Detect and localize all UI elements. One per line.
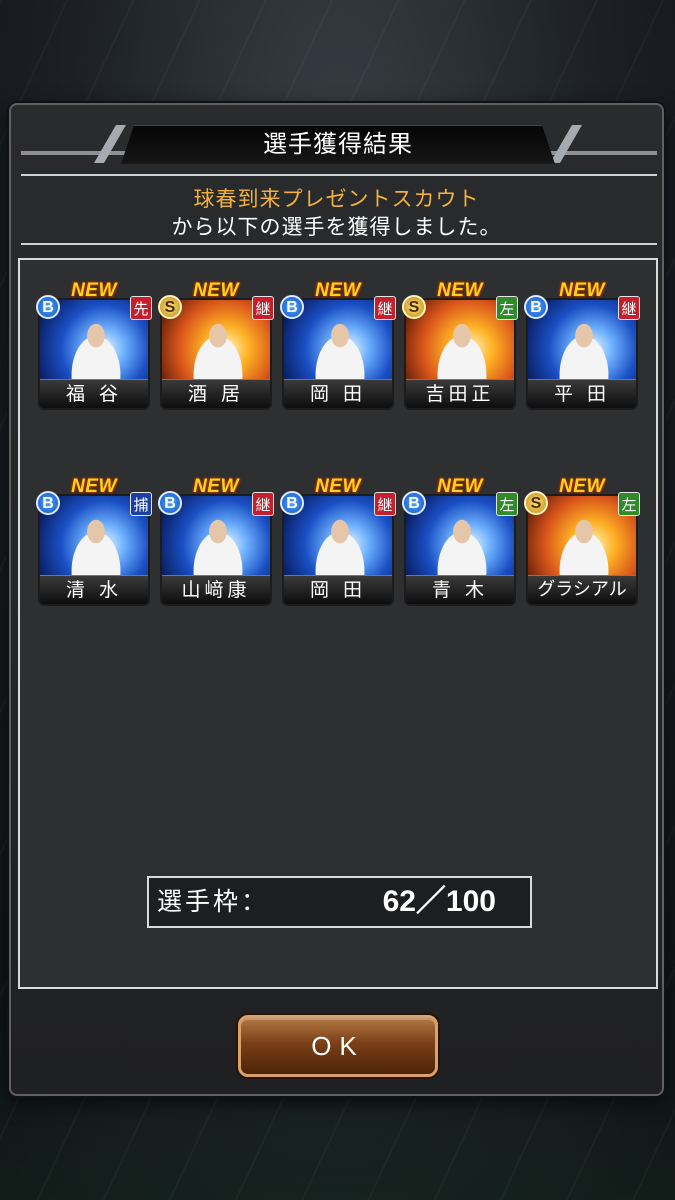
top-divider	[21, 174, 657, 176]
player-results-panel: NEW 福 谷 B 先 NEW 酒 居 S 継 NEW 岡 田 B 継 NEW 吉田正 S 左 NEW 平 田B継…	[18, 258, 658, 989]
player-name: 吉田正	[406, 379, 514, 408]
player-name: 岡 田	[284, 379, 392, 408]
player-image	[58, 314, 134, 386]
position-badge: 継	[252, 492, 274, 516]
rank-badge: S	[524, 491, 548, 515]
player-image	[302, 510, 378, 582]
position-badge: 継	[618, 296, 640, 320]
dialog-title: 選手獲得結果	[263, 130, 413, 158]
player-image	[302, 314, 378, 386]
player-card[interactable]: NEW グラシアル S 左	[524, 476, 640, 608]
player-name: 酒 居	[162, 379, 270, 408]
player-image	[424, 510, 500, 582]
player-name: 清 水	[40, 575, 148, 604]
player-image	[424, 314, 500, 386]
roster-capacity-box: 選手枠： 62／100	[147, 876, 532, 928]
player-name: 岡 田	[284, 575, 392, 604]
player-image	[546, 314, 622, 386]
position-badge: 左	[618, 492, 640, 516]
player-card[interactable]: NEW 平 田B継	[524, 280, 640, 412]
result-message: から以下の選手を獲得しました。	[171, 215, 502, 239]
rank-badge: B	[524, 295, 548, 319]
roster-count: 62／100	[382, 885, 496, 918]
player-name: 山﨑康	[162, 575, 270, 604]
player-name: 福 谷	[40, 379, 148, 408]
scout-result-dialog: 選手獲得結果 球春到来プレゼントスカウト から以下の選手を獲得しました。 NEW…	[9, 103, 664, 1096]
rank-badge: B	[280, 491, 304, 515]
player-name: グラシアル	[528, 575, 636, 604]
player-card[interactable]: NEW 青 木B左	[402, 476, 518, 608]
player-image	[546, 510, 622, 582]
player-card[interactable]: NEW 清 水B捕	[36, 476, 152, 608]
rank-badge: B	[280, 295, 304, 319]
rank-badge: B	[158, 491, 182, 515]
position-badge: 左	[496, 296, 518, 320]
roster-label: 選手枠：	[157, 887, 270, 916]
player-card[interactable]: NEW 吉田正 S 左	[402, 280, 518, 412]
player-card[interactable]: NEW 酒 居S継	[158, 280, 274, 412]
player-name: 平 田	[528, 379, 636, 408]
scout-name: 球春到来プレゼントスカウト	[193, 187, 480, 211]
rank-badge: B	[36, 491, 60, 515]
player-name: 青 木	[406, 575, 514, 604]
rank-badge: B	[36, 295, 60, 319]
dialog-title-bar: 選手獲得結果	[21, 125, 657, 164]
position-badge: 先	[130, 296, 152, 320]
position-badge: 継	[252, 296, 274, 320]
rank-badge: B	[402, 491, 426, 515]
rank-badge: S	[402, 295, 426, 319]
player-card[interactable]: NEW 岡 田B継	[280, 280, 396, 412]
player-image	[180, 314, 256, 386]
position-badge: 継	[374, 296, 396, 320]
position-badge: 左	[496, 492, 518, 516]
position-badge: 捕	[130, 492, 152, 516]
ok-button[interactable]: OK	[238, 1015, 438, 1077]
rank-badge: S	[158, 295, 182, 319]
position-badge: 継	[374, 492, 396, 516]
player-image	[180, 510, 256, 582]
player-card[interactable]: NEW 山﨑康 B 継	[158, 476, 274, 608]
player-card[interactable]: NEW 福 谷B先	[36, 280, 152, 412]
player-image	[58, 510, 134, 582]
bottom-divider	[21, 243, 657, 245]
player-card[interactable]: NEW 岡 田B継	[280, 476, 396, 608]
